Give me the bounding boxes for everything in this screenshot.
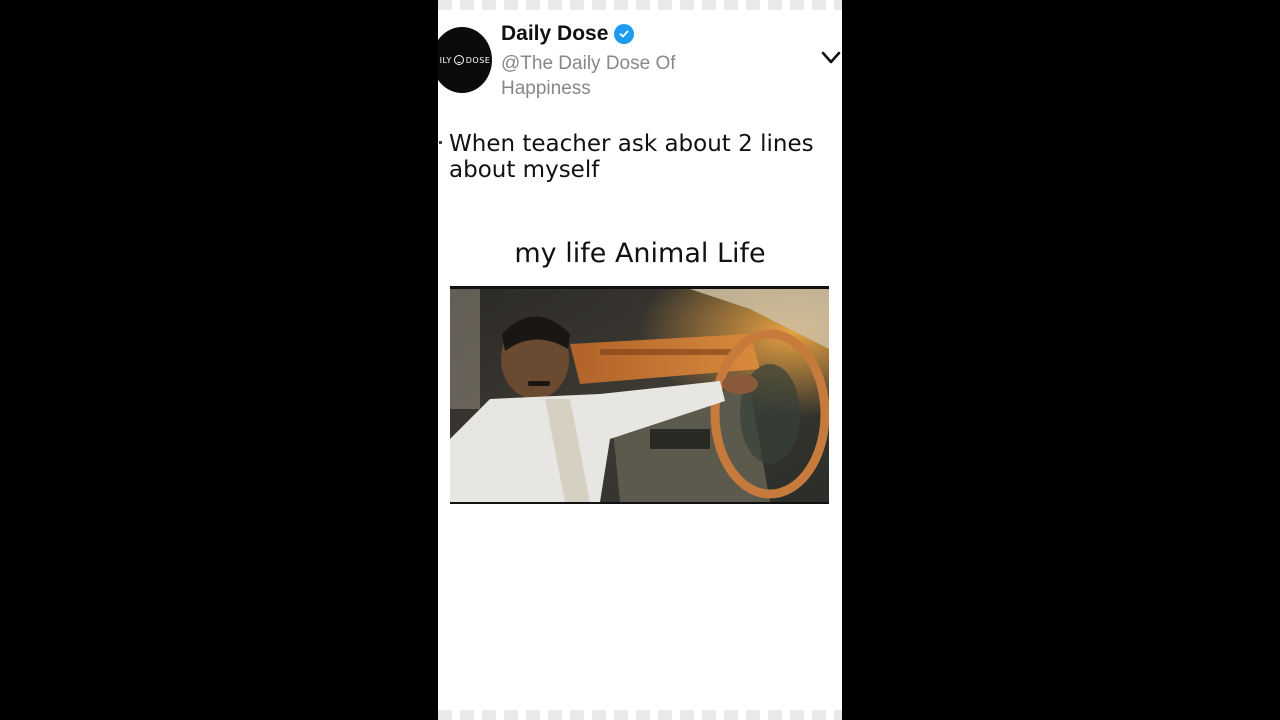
caption-bullet	[439, 141, 442, 144]
user-handle[interactable]: @The Daily Dose Of Happiness	[501, 51, 721, 101]
verified-badge-icon	[614, 24, 635, 44]
post-panel: ILY DOSE Daily Dose @The Daily Dose Of H…	[438, 0, 842, 720]
post-caption: When teacher ask about 2 lines about mys…	[449, 131, 814, 183]
display-name[interactable]: Daily Dose	[501, 22, 608, 46]
avatar-logo: ILY DOSE	[440, 55, 491, 65]
name-row: Daily Dose	[501, 22, 635, 46]
chevron-down-icon[interactable]	[820, 48, 842, 68]
avatar-text-right: DOSE	[465, 55, 491, 65]
video-frame[interactable]	[450, 286, 829, 504]
avatar[interactable]: ILY DOSE	[438, 27, 492, 93]
video-subtitle: my life Animal Life	[514, 238, 766, 269]
bottom-border	[438, 710, 842, 720]
smiley-icon	[453, 55, 464, 65]
video-image	[450, 289, 829, 502]
top-border	[438, 0, 842, 10]
avatar-text-left: ILY	[439, 55, 452, 65]
